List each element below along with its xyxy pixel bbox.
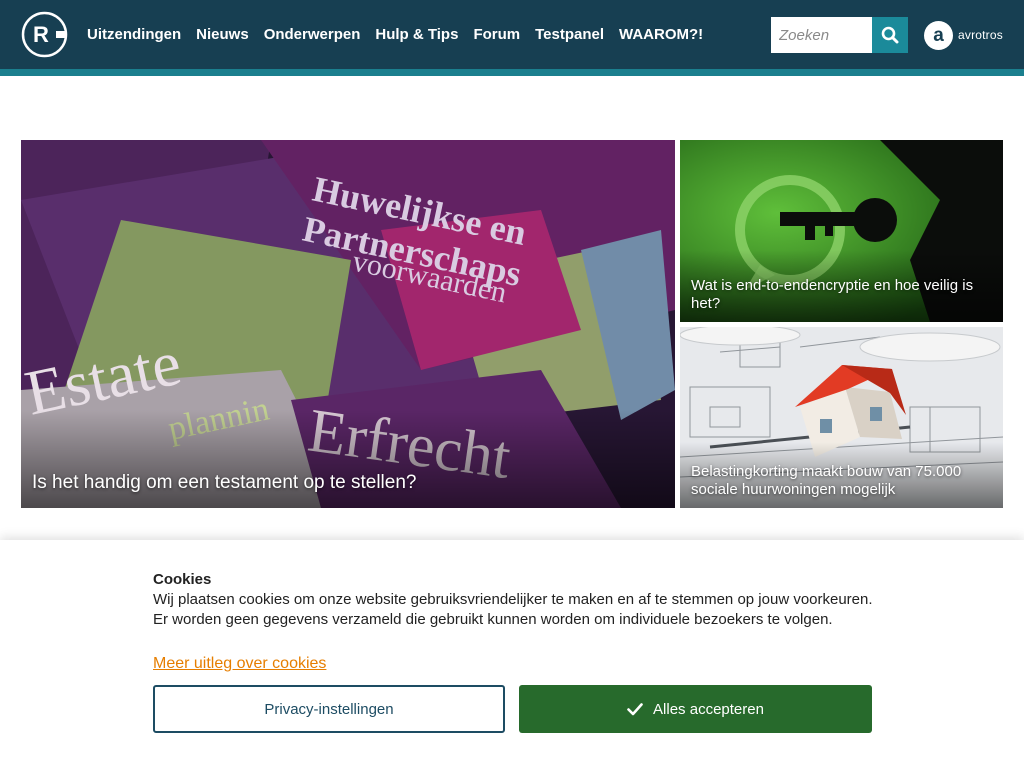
- search-button[interactable]: [872, 17, 908, 53]
- featured-article-encryption[interactable]: Wat is end-to-endencryptie en hoe veilig…: [680, 140, 1003, 322]
- cookie-description: Wij plaatsen cookies om onze website geb…: [153, 591, 873, 628]
- cookie-title: Cookies: [153, 571, 212, 588]
- featured-top-title: Wat is end-to-endencryptie en hoe veilig…: [691, 276, 974, 313]
- avrotros-logo[interactable]: a avrotros: [924, 20, 1003, 50]
- logo-letter: R: [33, 22, 49, 47]
- testament-books-image: Estate plannin Huwelijkse en Partnerscha…: [21, 140, 675, 508]
- avrotros-label: avrotros: [958, 28, 1003, 42]
- featured-bottom-title: Belastingkorting maakt bouw van 75.000 s…: [691, 462, 962, 499]
- avrotros-mark-icon: a: [924, 20, 953, 50]
- site-logo[interactable]: R: [21, 11, 68, 58]
- checkmark-icon: [627, 702, 643, 716]
- search-icon: [881, 26, 899, 44]
- nav-onderwerpen[interactable]: Onderwerpen: [264, 26, 361, 43]
- cookie-banner: Cookies Wij plaatsen cookies om onze web…: [0, 540, 1024, 768]
- nav-forum[interactable]: Forum: [473, 26, 520, 43]
- cookie-more-info-link[interactable]: Meer uitleg over cookies: [153, 655, 326, 673]
- featured-article-main[interactable]: Estate plannin Huwelijkse en Partnerscha…: [21, 140, 675, 508]
- accept-all-label: Alles accepteren: [653, 700, 764, 718]
- privacy-settings-button[interactable]: Privacy-instellingen: [153, 685, 505, 733]
- nav-testpanel[interactable]: Testpanel: [535, 26, 604, 43]
- header-accent-stripe: [0, 69, 1024, 76]
- accept-all-button[interactable]: Alles accepteren: [519, 685, 872, 733]
- featured-main-title: Is het handig om een testament op te ste…: [32, 472, 417, 494]
- featured-article-housing[interactable]: Belastingkorting maakt bouw van 75.000 s…: [680, 327, 1003, 508]
- site-header: R Uitzendingen Nieuws Onderwerpen Hulp &…: [0, 0, 1024, 69]
- nav-nieuws[interactable]: Nieuws: [196, 26, 249, 43]
- nav-uitzendingen[interactable]: Uitzendingen: [87, 26, 181, 43]
- nav-hulp-tips[interactable]: Hulp & Tips: [375, 26, 458, 43]
- main-nav: Uitzendingen Nieuws Onderwerpen Hulp & T…: [87, 0, 718, 69]
- nav-waarom[interactable]: WAAROM?!: [619, 26, 703, 43]
- search-input[interactable]: [771, 17, 872, 53]
